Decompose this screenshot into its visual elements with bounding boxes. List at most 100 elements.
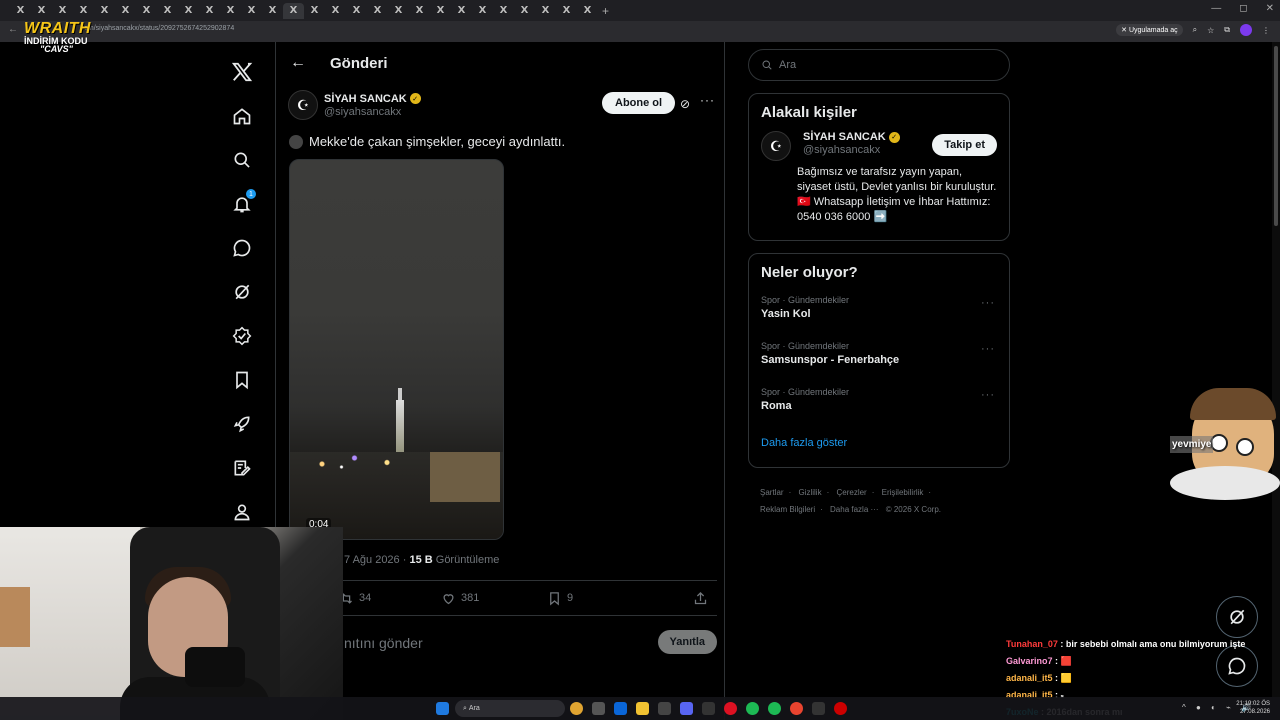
obs-icon[interactable]: [834, 702, 847, 715]
show-more-link[interactable]: Daha fazla göster: [749, 429, 1009, 461]
browser-tab[interactable]: X: [241, 3, 262, 19]
spotify-icon[interactable]: [746, 702, 759, 715]
footer-link[interactable]: Gizlilik: [798, 488, 821, 497]
browser-back-icon[interactable]: ←: [8, 24, 18, 35]
back-arrow-icon[interactable]: ←: [290, 54, 320, 72]
taskbar-app-icon[interactable]: [812, 702, 825, 715]
author-handle[interactable]: @siyahsancakx: [324, 106, 421, 118]
browser-tab[interactable]: X: [115, 3, 136, 19]
browser-tab[interactable]: X: [31, 3, 52, 19]
browser-tab[interactable]: X: [52, 3, 73, 19]
browser-tab[interactable]: X: [157, 3, 178, 19]
bookmark-button[interactable]: 9: [547, 591, 573, 606]
reply-input[interactable]: nıtını gönder: [344, 635, 423, 651]
subscribe-button[interactable]: Abone ol: [602, 92, 676, 114]
reply-button[interactable]: Yanıtla: [657, 630, 717, 654]
premium-verified-icon[interactable]: [220, 314, 264, 358]
discord-icon[interactable]: [680, 702, 693, 715]
browser-tab[interactable]: X: [367, 3, 388, 19]
trend-more-icon[interactable]: ···: [981, 343, 995, 355]
browser-tab[interactable]: X: [535, 3, 556, 19]
browser-tab[interactable]: X: [388, 3, 409, 19]
chrome-icon[interactable]: [790, 702, 803, 715]
open-in-app-button[interactable]: ✕ Uygulamada aç: [1116, 24, 1183, 36]
browser-tab[interactable]: X: [136, 3, 157, 19]
browser-tab[interactable]: X: [493, 3, 514, 19]
footer-link[interactable]: Çerezler: [836, 488, 866, 497]
retweet-button[interactable]: 34: [339, 591, 371, 606]
address-bar[interactable]: ← om/siyahsancakx/status/209275267425290…: [0, 21, 1280, 42]
browser-tab[interactable]: X: [409, 3, 430, 19]
taskbar-app-icon[interactable]: [658, 702, 671, 715]
bookmark-star-icon[interactable]: ☆: [1207, 26, 1214, 35]
new-tab-button[interactable]: +: [602, 4, 609, 18]
browser-tab[interactable]: X: [304, 3, 325, 19]
trend-more-icon[interactable]: ···: [981, 297, 995, 309]
trend-item[interactable]: Spor · Gündemdekiler Samsunspor - Fenerb…: [749, 337, 1009, 383]
x-logo-icon[interactable]: [220, 50, 264, 94]
relevant-user-handle[interactable]: @siyahsancakx: [803, 144, 900, 156]
explore-search-icon[interactable]: [220, 138, 264, 182]
browser-tab[interactable]: X: [472, 3, 493, 19]
browser-tab[interactable]: X: [283, 2, 304, 19]
browser-tab[interactable]: X: [178, 3, 199, 19]
scrollbar-thumb[interactable]: [1274, 46, 1278, 226]
page-scrollbar[interactable]: [1272, 42, 1280, 697]
edge-icon[interactable]: [614, 702, 627, 715]
browser-tab[interactable]: X: [262, 3, 283, 19]
grok-icon[interactable]: [220, 270, 264, 314]
browser-tab[interactable]: X: [10, 3, 31, 19]
footer-link[interactable]: Şartlar: [760, 488, 784, 497]
taskbar-clock[interactable]: 21:19:02 ÖS 27.08.2026: [1236, 700, 1270, 716]
browser-tab[interactable]: X: [556, 3, 577, 19]
trend-more-icon[interactable]: ···: [981, 389, 995, 401]
close-window-button[interactable]: ✕: [1266, 3, 1274, 14]
taskbar-app-icon[interactable]: [702, 702, 715, 715]
grok-float-button[interactable]: [1216, 596, 1258, 638]
taskbar-app-icon[interactable]: [768, 702, 781, 715]
profile-avatar[interactable]: [1240, 24, 1252, 36]
zoom-icon[interactable]: ⌕: [1193, 25, 1197, 35]
taskbar-search[interactable]: ⌕ Ara: [455, 700, 565, 717]
browser-tab[interactable]: X: [199, 3, 220, 19]
windows-start-icon[interactable]: [436, 702, 449, 715]
more-options-icon[interactable]: ···: [700, 93, 715, 107]
relevant-user-avatar[interactable]: ☪: [761, 131, 791, 161]
rocket-icon[interactable]: [220, 402, 264, 446]
lists-edit-icon[interactable]: [220, 446, 264, 490]
relevant-user-name[interactable]: SİYAH SANCAK ✓: [803, 131, 900, 143]
relevant-user[interactable]: ☪ SİYAH SANCAK ✓ @siyahsancakx Takip et …: [749, 131, 1009, 235]
browser-tab[interactable]: X: [577, 3, 598, 19]
extensions-icon[interactable]: ⧉: [1224, 25, 1230, 35]
url-text[interactable]: om/siyahsancakx/status/20927526742529028…: [84, 25, 234, 32]
bookmarks-icon[interactable]: [220, 358, 264, 402]
browser-tab[interactable]: X: [325, 3, 346, 19]
maximize-button[interactable]: ◻: [1239, 3, 1247, 14]
like-button[interactable]: 381: [441, 591, 479, 606]
messages-icon[interactable]: [220, 226, 264, 270]
chrome-icon[interactable]: [570, 702, 583, 715]
author-name[interactable]: SİYAH SANCAK ✓: [324, 93, 421, 105]
trend-item[interactable]: Spor · Gündemdekiler Yasin Kol ···: [749, 291, 1009, 337]
browser-menu-icon[interactable]: ⋮: [1262, 26, 1270, 35]
browser-tab[interactable]: X: [430, 3, 451, 19]
follow-button[interactable]: Takip et: [932, 134, 997, 156]
grok-explain-icon[interactable]: ⊘: [680, 97, 690, 111]
search-box[interactable]: [748, 49, 1010, 81]
author-avatar[interactable]: ☪: [288, 90, 318, 120]
browser-tab[interactable]: X: [346, 3, 367, 19]
taskbar-app-icon[interactable]: [724, 702, 737, 715]
tweet-video[interactable]: 0:04: [289, 159, 504, 540]
footer-link[interactable]: Daha fazla ···: [830, 505, 878, 514]
taskbar-app-icon[interactable]: [592, 702, 605, 715]
share-button[interactable]: [693, 591, 708, 606]
file-explorer-icon[interactable]: [636, 702, 649, 715]
browser-tab[interactable]: X: [220, 3, 241, 19]
footer-link[interactable]: Erişilebilirlik: [882, 488, 924, 497]
notifications-bell-icon[interactable]: 1: [220, 182, 264, 226]
tweet-date[interactable]: 7 Ağu 2026 ·: [344, 554, 409, 566]
browser-tab[interactable]: X: [73, 3, 94, 19]
trend-item[interactable]: Spor · Gündemdekiler Roma ···: [749, 383, 1009, 429]
browser-tab[interactable]: X: [514, 3, 535, 19]
home-icon[interactable]: [220, 94, 264, 138]
